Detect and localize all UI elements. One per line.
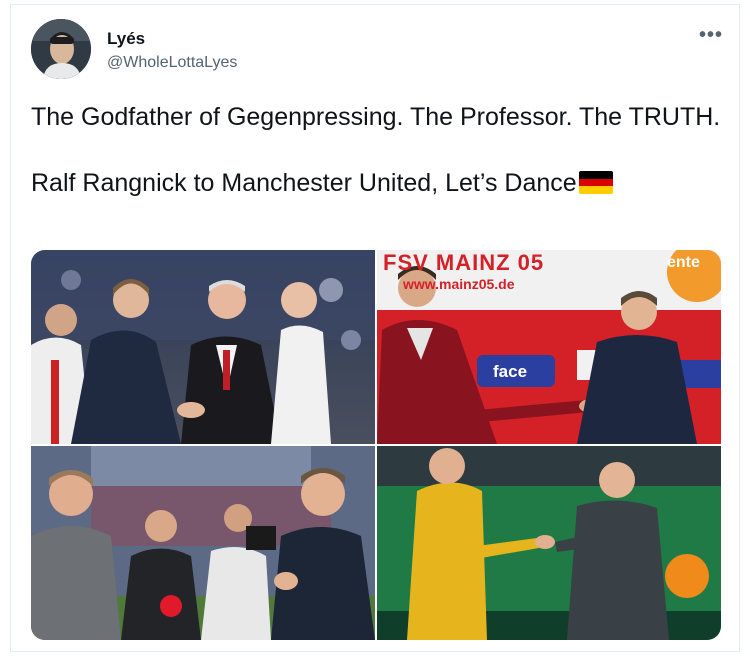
board-text: FSV MAINZ 05 [383,250,545,275]
board-text: www.mainz05.de [403,276,515,292]
author-handle[interactable]: @WholeLottaLyes [107,54,237,72]
tweet-text-span: Ralf Rangnick to Manchester United, Let’… [31,169,577,197]
tweet-text: The Godfather of Gegenpressing. The Prof… [31,101,721,200]
photo-handshake-green-pitch[interactable] [377,446,721,640]
sponsor-text: face [493,362,528,381]
more-options-icon[interactable]: ••• [699,25,723,45]
avatar[interactable] [31,19,91,79]
tweet-card[interactable]: Lyés @WholeLottaLyes ••• The Godfather o… [10,4,740,652]
tweet-text-line: Ralf Rangnick to Manchester United, Let’… [31,167,721,200]
germany-flag-icon [578,171,613,194]
media-grid: FSV MAINZ 05 www.mainz05.de face ente [31,250,721,640]
sponsor-text: ente [667,254,700,271]
photo-handshake-stadium[interactable] [31,250,375,444]
photo-mainz-press-board[interactable]: FSV MAINZ 05 www.mainz05.de face ente [377,250,721,444]
author-name[interactable]: Lyés [107,29,145,49]
tweet-text-line: The Godfather of Gegenpressing. The Prof… [31,103,721,131]
photo-stadium-reporters[interactable] [31,446,375,640]
